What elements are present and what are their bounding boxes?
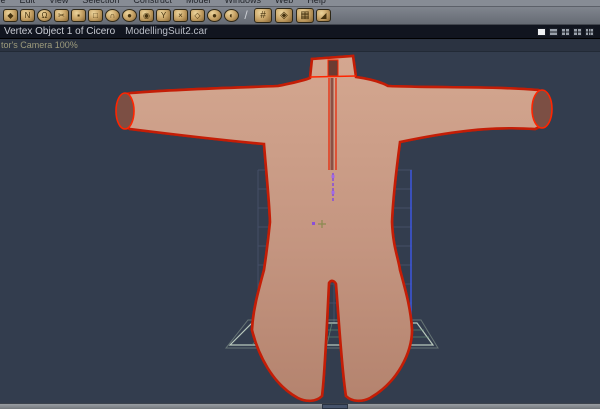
menu-edit[interactable]: Edit <box>13 0 43 6</box>
menu-file[interactable]: File <box>0 0 13 6</box>
left-cuff-opening <box>115 92 135 130</box>
crumple-deform-tool-icon[interactable]: # <box>254 8 272 23</box>
layout-four-pane-alt-button[interactable] <box>573 27 582 36</box>
camera-selector-label[interactable]: tor's Camera 100% <box>1 40 78 51</box>
goblet-lathe-tool-icon[interactable]: Y <box>156 9 171 22</box>
point-tool-icon[interactable]: ▪ <box>71 9 86 22</box>
viewport-canvas[interactable] <box>0 52 600 403</box>
viewport <box>0 52 600 403</box>
dome-tool-icon[interactable]: ∩ <box>105 9 120 22</box>
scissors-tool-icon[interactable]: ✂ <box>54 9 69 22</box>
magnet-tool-icon[interactable]: Ω <box>37 9 52 22</box>
menu-bar: File Edit View Selection Construct Model… <box>0 0 600 7</box>
menu-model[interactable]: Model <box>179 0 218 6</box>
marquee-tool-icon[interactable]: □ <box>88 9 103 22</box>
viewport-layout-buttons <box>537 27 596 36</box>
layout-two-pane-button[interactable] <box>549 27 558 36</box>
pouch-tool-icon[interactable]: ● <box>207 9 222 22</box>
deform-cube-tool-icon[interactable]: ◈ <box>275 8 293 23</box>
vertex-cube-tool-icon[interactable]: ◆ <box>3 9 18 22</box>
cage-grid-tool-icon[interactable]: ▦ <box>296 8 314 23</box>
tool-bar: ◆ N Ω ✂ ▪ □ ∩ ● ◉ Y × ◇ ● ◐ / # ◈ ▦ ◢ <box>0 7 600 25</box>
bottom-scroll-strip[interactable] <box>0 403 600 409</box>
menu-web[interactable]: Web <box>268 0 300 6</box>
cube-primitive-tool-icon[interactable]: ◇ <box>190 9 205 22</box>
document-title-bar: Vertex Object 1 of Cicero ModellingSuit2… <box>0 25 600 39</box>
glove-tool-icon[interactable]: ◉ <box>139 9 154 22</box>
blob-tool-icon[interactable]: ◐ <box>224 9 239 22</box>
layout-four-pane-button[interactable] <box>561 27 570 36</box>
menu-selection[interactable]: Selection <box>75 0 126 6</box>
sphere-tool-icon[interactable]: ● <box>122 9 137 22</box>
layout-four-pane-wide-button[interactable] <box>585 27 594 36</box>
toolbar-separator-icon: / <box>244 9 248 22</box>
menu-windows[interactable]: Windows <box>217 0 268 6</box>
menu-construct[interactable]: Construct <box>126 0 179 6</box>
object-title: Vertex Object 1 of Cicero <box>4 25 116 37</box>
menu-view[interactable]: View <box>42 0 75 6</box>
document-name: ModellingSuit2.car <box>125 25 208 37</box>
delete-face-tool-icon[interactable]: × <box>173 9 188 22</box>
bottom-splitter-handle[interactable] <box>322 404 348 409</box>
menu-help[interactable]: Help <box>300 0 333 6</box>
layout-single-pane-button[interactable] <box>537 27 546 36</box>
application-window: File Edit View Selection Construct Model… <box>0 0 600 409</box>
wedge-tool-icon[interactable]: ◢ <box>316 9 331 22</box>
right-cuff-opening <box>531 89 553 129</box>
camera-bar: tor's Camera 100% <box>0 39 600 52</box>
polyline-tool-icon[interactable]: N <box>20 9 35 22</box>
